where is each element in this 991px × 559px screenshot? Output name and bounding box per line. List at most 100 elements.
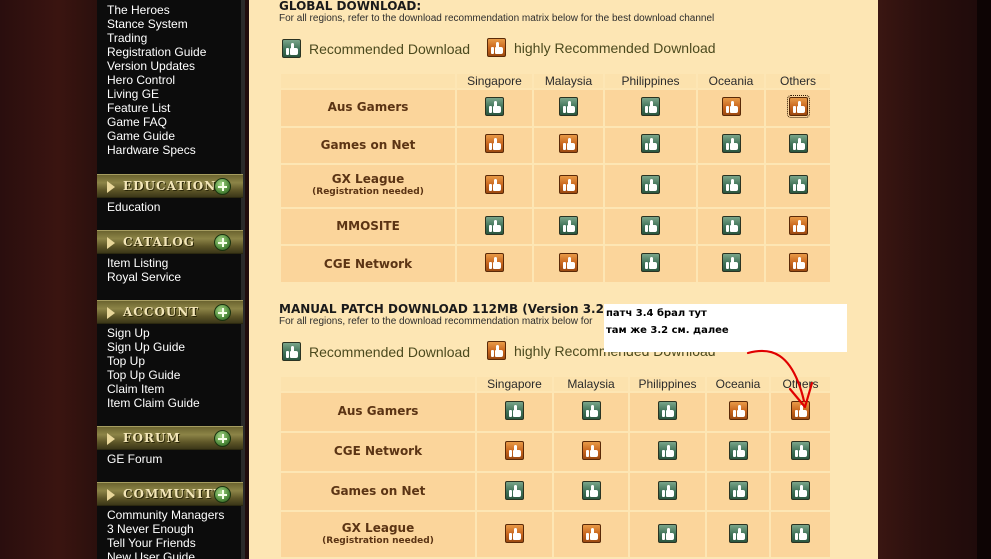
thumbs-up-icon[interactable] [728, 480, 748, 500]
sidebar-link-living-ge[interactable]: Living GE [107, 87, 159, 101]
sidebar-link-trading[interactable]: Trading [107, 31, 147, 45]
section-banner-community[interactable]: COMMUNITY [97, 482, 243, 506]
arrow-right-icon [107, 489, 115, 501]
sidebar-link-tell-your-friends[interactable]: Tell Your Friends [107, 536, 196, 550]
sidebar-link-item-claim-guide[interactable]: Item Claim Guide [107, 396, 200, 410]
thumbs-up-icon[interactable] [791, 480, 810, 500]
sidebar-link-sign-up[interactable]: Sign Up [107, 326, 150, 340]
thumbs-up-icon[interactable] [658, 440, 677, 460]
thumbs-up-icon[interactable] [721, 174, 741, 194]
sidebar-link-version-updates[interactable]: Version Updates [107, 59, 195, 73]
thumbs-up-icon[interactable] [581, 400, 601, 420]
thumbs-up-icon[interactable] [559, 174, 578, 194]
plus-icon[interactable] [214, 234, 231, 251]
sidebar: The Heroes Stance System Trading Registr… [97, 0, 245, 559]
section-banner-education[interactable]: EDUCATION [97, 174, 243, 198]
annotation-line-1: патч 3.4 брал тут [606, 308, 707, 319]
thumbs-up-icon[interactable] [788, 253, 808, 273]
sidebar-link-stance-system[interactable]: Stance System [107, 17, 188, 31]
sidebar-link-royal-service[interactable]: Royal Service [107, 270, 181, 284]
thumbs-up-icon[interactable] [559, 96, 578, 116]
left-background [0, 0, 97, 559]
main-content: GLOBAL DOWNLOAD: For all regions, refer … [249, 0, 878, 559]
table-row: Games on Net [279, 125, 832, 166]
download-cell [552, 510, 630, 559]
download-cell [696, 125, 766, 166]
section-title: ACCOUNT [123, 305, 200, 319]
thumbs-up-icon[interactable] [559, 253, 578, 273]
thumbs-up-icon[interactable] [641, 215, 660, 235]
thumbs-up-icon[interactable] [658, 523, 677, 543]
provider-note: (Registration needed) [312, 186, 424, 197]
sidebar-link-claim-item[interactable]: Claim Item [107, 382, 164, 396]
thumbs-up-icon[interactable] [788, 174, 808, 194]
section-banner-forum[interactable]: FORUM [97, 426, 243, 450]
thumbs-up-icon[interactable] [791, 440, 810, 460]
sidebar-link-game-guide[interactable]: Game Guide [107, 129, 175, 143]
sidebar-link-feature-list[interactable]: Feature List [107, 101, 170, 115]
thumbs-up-icon[interactable] [721, 215, 741, 235]
download-cell [532, 163, 605, 209]
sidebar-link-community-managers[interactable]: Community Managers [107, 508, 224, 522]
thumbs-up-icon[interactable] [581, 523, 601, 543]
thumbs-up-icon[interactable] [788, 134, 808, 154]
plus-icon[interactable] [214, 304, 231, 321]
thumbs-up-icon[interactable] [728, 440, 748, 460]
thumbs-up-icon[interactable] [505, 480, 524, 500]
section-banner-account[interactable]: ACCOUNT [97, 300, 243, 324]
thumbs-up-icon[interactable] [791, 523, 810, 543]
thumbs-up-icon[interactable] [721, 134, 741, 154]
download-cell [705, 430, 771, 473]
sidebar-link-3-never-enough[interactable]: 3 Never Enough [107, 522, 194, 536]
thumbs-up-icon[interactable] [788, 215, 808, 235]
thumbs-up-icon[interactable] [641, 134, 660, 154]
thumbs-up-icon[interactable] [485, 96, 504, 116]
sidebar-link-item-listing[interactable]: Item Listing [107, 256, 168, 270]
thumbs-up-icon[interactable] [559, 134, 578, 154]
sidebar-link-education[interactable]: Education [107, 200, 160, 214]
thumbs-up-icon[interactable] [728, 523, 748, 543]
provider-name: Aus Gamers [337, 404, 419, 419]
thumbs-up-icon[interactable] [559, 215, 578, 235]
download-cell [696, 206, 766, 247]
thumbs-up-icon[interactable] [485, 134, 504, 154]
header-blank-cell [279, 72, 457, 90]
sidebar-link-game-faq[interactable]: Game FAQ [107, 115, 167, 129]
provider-note: (Registration needed) [322, 535, 434, 546]
thumbs-up-icon[interactable] [581, 480, 601, 500]
thumbs-up-icon[interactable] [641, 253, 660, 273]
thumbs-up-icon[interactable] [658, 400, 677, 420]
thumbs-up-icon[interactable] [485, 215, 504, 235]
sidebar-link-registration-guide[interactable]: Registration Guide [107, 45, 206, 59]
sidebar-link-sign-up-guide[interactable]: Sign Up Guide [107, 340, 185, 354]
sidebar-link-ge-forum[interactable]: GE Forum [107, 452, 162, 466]
thumbs-up-icon[interactable] [505, 523, 524, 543]
provider-name: Aus Gamers [327, 100, 409, 115]
thumbs-up-icon[interactable] [641, 174, 660, 194]
download-cell [628, 510, 707, 559]
thumbs-up-icon[interactable] [641, 96, 660, 116]
plus-icon[interactable] [214, 486, 231, 503]
sidebar-link-hardware-specs[interactable]: Hardware Specs [107, 143, 196, 157]
download-cell [764, 88, 832, 128]
sidebar-link-hero-control[interactable]: Hero Control [107, 73, 175, 87]
section-banner-catalog[interactable]: CATALOG [97, 230, 243, 254]
global-download-title: GLOBAL DOWNLOAD: [279, 0, 422, 13]
legend-recommended-label: Recommended Download [309, 344, 471, 360]
thumbs-up-icon[interactable] [658, 480, 677, 500]
plus-icon[interactable] [214, 430, 231, 447]
thumbs-up-icon[interactable] [485, 174, 504, 194]
sidebar-link-top-up[interactable]: Top Up [107, 354, 145, 368]
thumbs-up-icon[interactable] [485, 253, 504, 273]
sidebar-link-the-heroes[interactable]: The Heroes [107, 3, 170, 17]
plus-icon[interactable] [214, 178, 231, 195]
thumbs-up-icon[interactable] [505, 440, 524, 460]
thumbs-up-icon[interactable] [721, 96, 741, 116]
sidebar-link-new-user-guide[interactable]: New User Guide [107, 550, 195, 559]
download-cell [552, 391, 630, 433]
thumbs-up-icon[interactable] [786, 94, 810, 118]
thumbs-up-icon[interactable] [721, 253, 741, 273]
sidebar-link-top-up-guide[interactable]: Top Up Guide [107, 368, 180, 382]
thumbs-up-icon[interactable] [505, 400, 524, 420]
thumbs-up-icon[interactable] [581, 440, 601, 460]
